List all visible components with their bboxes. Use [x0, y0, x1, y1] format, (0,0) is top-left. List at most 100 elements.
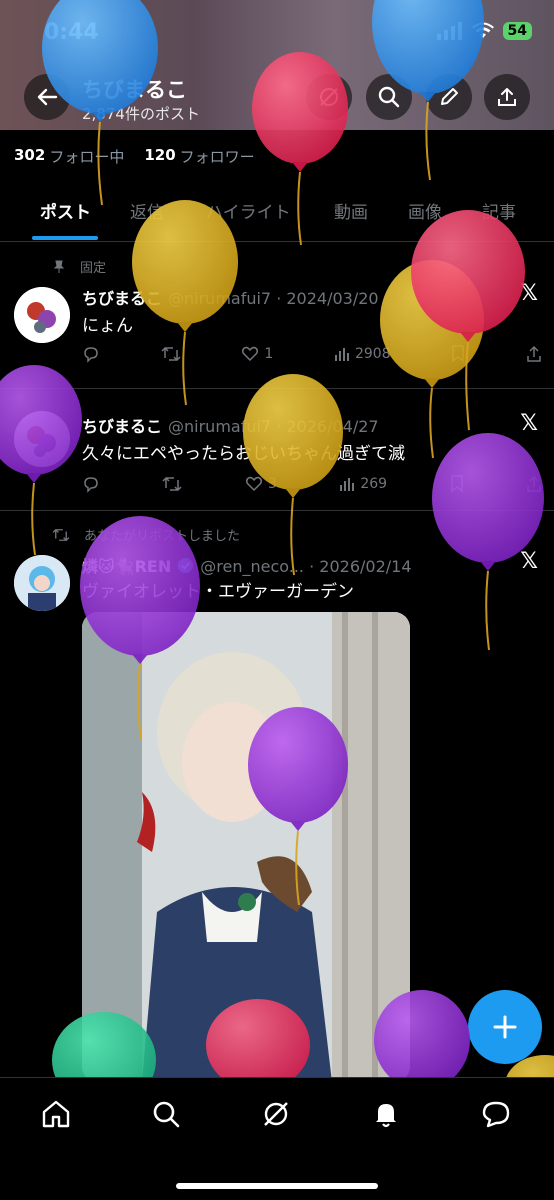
tab-highlights[interactable]: ハイライト	[206, 198, 291, 223]
x-logo-icon: 𝕏	[520, 549, 538, 574]
verified-icon	[178, 557, 194, 574]
author-handle[interactable]: @nirumafui7	[168, 417, 271, 436]
follow-counts: 302 フォロー中 120 フォロワー	[14, 146, 255, 167]
like-icon	[245, 476, 262, 492]
post-meta: ちびまるこ @nirumafui7 · 2024/03/20	[82, 285, 379, 309]
share-post-button[interactable]	[526, 475, 542, 493]
back-icon	[37, 88, 58, 106]
home-indicator	[176, 1183, 378, 1189]
nav-grok[interactable]	[258, 1096, 294, 1132]
post-count: 2,874件のポスト	[82, 105, 200, 123]
battery-indicator: 54	[502, 22, 532, 40]
bookmark-button[interactable]	[451, 345, 465, 363]
nav-home[interactable]	[38, 1096, 74, 1132]
repost-icon	[162, 476, 182, 492]
views-icon	[334, 348, 349, 361]
tab-videos[interactable]: 動画	[334, 198, 368, 223]
edit-button[interactable]	[426, 74, 472, 120]
author-name[interactable]: 燐🐱🐈‍⬛REN	[82, 557, 171, 576]
followers-label[interactable]: フォロワー	[180, 146, 255, 167]
tab-replies[interactable]: 返信	[130, 198, 164, 223]
reply-button[interactable]	[82, 475, 100, 493]
views-button[interactable]: 269	[339, 476, 387, 492]
post-date: · 2024/03/20	[276, 289, 379, 308]
like-button[interactable]: 1	[241, 345, 273, 363]
like-button[interactable]: 3	[245, 475, 277, 493]
tab-media[interactable]: 画像	[408, 198, 442, 223]
views-count: 269	[360, 476, 388, 492]
avatar[interactable]	[14, 287, 70, 343]
search-icon	[378, 86, 400, 108]
x-logo-icon: 𝕏	[520, 411, 538, 436]
following-label[interactable]: フォロー中	[49, 146, 124, 167]
avatar-image	[14, 555, 70, 611]
share-icon	[527, 345, 541, 362]
pinned-label: 固定	[80, 261, 107, 276]
views-button[interactable]: 2908	[334, 346, 391, 362]
avatar[interactable]	[14, 555, 70, 611]
post-date: · 2026/04/27	[276, 417, 379, 436]
reply-icon	[84, 477, 98, 493]
following-count[interactable]: 302	[14, 146, 45, 167]
edit-icon	[441, 88, 458, 105]
author-name[interactable]: ちびまるこ	[82, 289, 162, 308]
grok-icon	[264, 1102, 288, 1126]
tab-articles[interactable]: 記事	[482, 198, 516, 223]
bottom-nav	[0, 1077, 554, 1200]
back-button[interactable]	[24, 74, 70, 120]
like-icon	[242, 346, 259, 362]
photo	[82, 612, 410, 1082]
views-icon	[340, 478, 355, 491]
followers-count[interactable]: 120	[144, 146, 175, 167]
share-button[interactable]	[484, 74, 530, 120]
search-button[interactable]	[366, 74, 412, 120]
reply-icon	[84, 347, 98, 363]
author-name[interactable]: ちびまるこ	[82, 417, 162, 436]
nav-search[interactable]	[148, 1096, 184, 1132]
messages-icon	[482, 1101, 510, 1128]
author-handle[interactable]: @ren_neco...	[200, 557, 304, 576]
repost-note: あなたがリポストしました	[52, 525, 240, 544]
home-icon	[42, 1100, 70, 1128]
grok-button[interactable]	[306, 74, 352, 120]
active-tab-indicator	[32, 236, 98, 240]
views-count: 2908	[354, 346, 391, 362]
share-post-button[interactable]	[526, 345, 542, 363]
bell-icon	[376, 1104, 396, 1128]
pinned-note: 固定	[52, 257, 106, 276]
pin-icon	[53, 260, 65, 273]
status-time: 0:44	[44, 20, 99, 45]
post[interactable]: ちびまるこ @nirumafui7 · 2026/04/27 𝕏 久々にエペやった…	[0, 389, 554, 511]
repost-button[interactable]	[162, 475, 182, 493]
post-media-image[interactable]	[82, 612, 410, 1082]
post-pinned[interactable]: 固定 ちびまるこ @nirumafui7 · 2024/03/20 𝕏 にょん 1…	[0, 243, 554, 389]
like-count: 3	[267, 476, 277, 492]
post-text: 久々にエペやったらおじいちゃん過ぎて滅	[82, 444, 405, 464]
bookmark-button[interactable]	[450, 475, 464, 493]
post-text: にょん	[82, 316, 133, 336]
avatar-image	[14, 411, 70, 467]
post-text: ヴァイオレット・エヴァーガーデン	[82, 582, 354, 602]
plus-icon	[493, 1015, 517, 1039]
author-handle[interactable]: @nirumafui7	[168, 289, 271, 308]
nav-messages[interactable]	[478, 1096, 514, 1132]
x-logo-icon: 𝕏	[520, 281, 538, 306]
post-actions: 1 2908	[82, 345, 542, 363]
repost-icon	[161, 346, 181, 362]
avatar[interactable]	[14, 411, 70, 467]
tab-posts[interactable]: ポスト	[40, 198, 91, 223]
share-icon	[498, 88, 516, 106]
search-icon	[153, 1101, 180, 1128]
repost-button[interactable]	[161, 345, 181, 363]
grok-icon	[320, 88, 338, 106]
bookmark-icon	[452, 345, 465, 363]
avatar-image	[14, 287, 70, 343]
post-date: · 2026/02/14	[309, 557, 412, 576]
compose-button[interactable]	[468, 990, 542, 1064]
post-actions: 3 269	[82, 475, 542, 493]
post-meta: ちびまるこ @nirumafui7 · 2026/04/27	[82, 413, 379, 437]
reply-button[interactable]	[82, 345, 100, 363]
nav-notifications[interactable]	[368, 1096, 404, 1132]
status-icons: 54	[436, 22, 532, 40]
page-title: ちびまるこ	[82, 78, 187, 102]
